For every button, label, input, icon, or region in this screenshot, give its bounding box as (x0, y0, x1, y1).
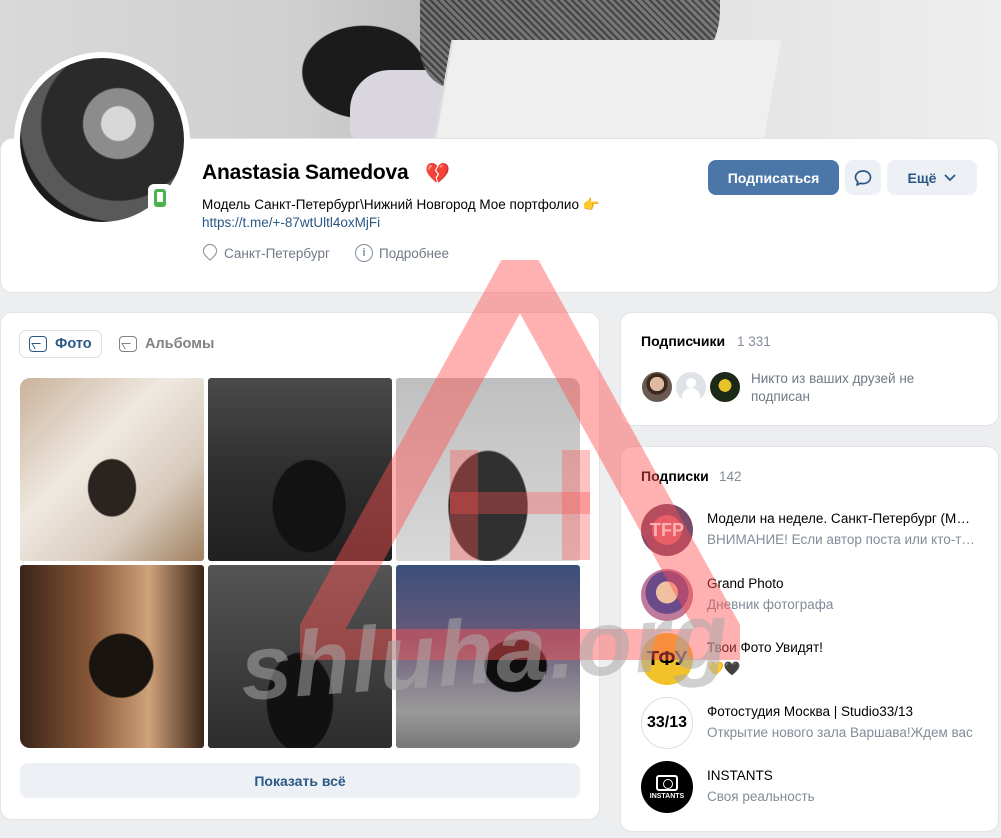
subscription-avatar (641, 569, 693, 621)
more-actions-button[interactable]: Ещё (887, 160, 977, 195)
albums-icon (119, 336, 137, 352)
subscription-desc: ВНИМАНИЕ! Если автор поста или кто-то из… (707, 532, 977, 547)
chevron-down-icon (945, 174, 956, 181)
follower-avatar[interactable] (640, 370, 674, 404)
location-pin-icon (202, 244, 218, 262)
more-actions-label: Ещё (907, 169, 937, 186)
show-all-photos-button[interactable]: Показать всё (20, 763, 580, 798)
tab-albums-label: Альбомы (145, 336, 215, 352)
subscription-avatar: TFP (641, 504, 693, 556)
no-friends-text: Никто из ваших друзей не подписан (751, 371, 915, 404)
subscriptions-title[interactable]: Подписки (641, 468, 709, 484)
photo-grid (20, 378, 580, 749)
profile-name: Anastasia Samedova (202, 161, 409, 184)
camera-icon (656, 774, 678, 791)
subscription-item[interactable]: ТФУ Твои Фото Увидят! 💛🖤 (641, 633, 991, 685)
photo-thumbnail[interactable] (20, 378, 204, 561)
subscription-desc: Своя реальность (707, 789, 815, 804)
tab-photos[interactable]: Фото (19, 330, 102, 358)
online-mobile-icon (148, 184, 172, 212)
subscription-desc: Открытие нового зала Варшава!Ждем вас (707, 725, 973, 740)
broken-heart-emoji: 💔 (425, 163, 450, 185)
photo-thumbnail[interactable] (396, 378, 580, 561)
status-link[interactable]: https://t.me/+-87wtUltl4oxMjFi (202, 215, 380, 230)
subscription-name: Фотостудия Москва | Studio33/13 (707, 704, 914, 719)
subscription-desc: 💛🖤 (707, 661, 741, 676)
follower-avatar[interactable] (674, 370, 708, 404)
profile-location[interactable]: Санкт-Петербург (202, 244, 330, 262)
followers-count: 1 331 (737, 334, 771, 349)
profile-more-info[interactable]: i Подробнее (355, 244, 449, 262)
photo-thumbnail[interactable] (396, 565, 580, 748)
subscription-item[interactable]: TFP Модели на неделе. Санкт-Петербург (М… (641, 504, 991, 556)
tab-photos-label: Фото (55, 336, 92, 352)
followers-card (620, 312, 999, 426)
subscription-name: INSTANTS (707, 768, 773, 783)
subscription-name: Grand Photo (707, 576, 784, 591)
info-icon: i (355, 244, 373, 262)
message-bubble-icon (854, 169, 872, 186)
subscription-avatar: INSTANTS (641, 761, 693, 813)
follower-avatar[interactable] (708, 370, 742, 404)
profile-status: Модель Санкт-Петербург\Нижний Новгород М… (202, 197, 600, 212)
subscription-avatar: ТФУ (641, 633, 693, 685)
subscribe-button[interactable]: Подписаться (708, 160, 839, 195)
subscription-avatar: 33/13 (641, 697, 693, 749)
photo-thumbnail[interactable] (208, 565, 392, 748)
subscription-desc: Дневник фотографа (707, 597, 834, 612)
followers-title[interactable]: Подписчики (641, 333, 725, 349)
location-label: Санкт-Петербург (224, 245, 330, 261)
subscription-avatar-label: INSTANTS (649, 792, 685, 800)
photo-thumbnail[interactable] (20, 565, 204, 748)
subscription-name: Модели на неделе. Санкт-Петербург (Модел… (707, 511, 977, 526)
subscription-name: Твои Фото Увидят! (707, 640, 823, 655)
photo-icon (29, 336, 47, 352)
subscriptions-count: 142 (719, 469, 742, 484)
subscription-item[interactable]: Grand Photo Дневник фотографа (641, 569, 991, 621)
subscription-item[interactable]: 33/13 Фотостудия Москва | Studio33/13 От… (641, 697, 991, 749)
message-button[interactable] (845, 160, 881, 195)
more-info-label: Подробнее (379, 245, 450, 261)
subscription-item[interactable]: INSTANTS INSTANTS Своя реальность (641, 761, 991, 813)
photo-thumbnail[interactable] (208, 378, 392, 561)
tab-albums[interactable]: Альбомы (110, 330, 223, 358)
